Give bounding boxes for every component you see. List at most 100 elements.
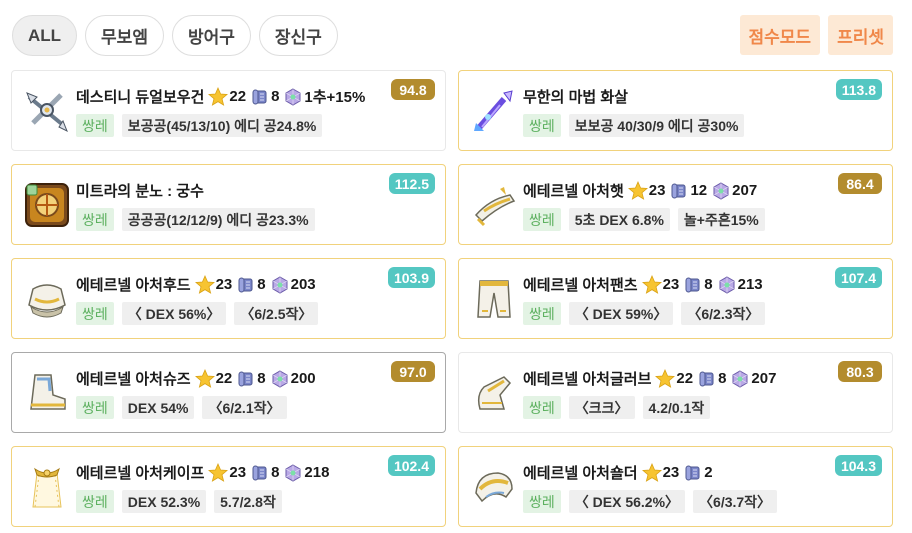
potential-value: 207: [732, 182, 758, 199]
item-title-line: 데스티니 듀얼보우건 22 8 1추+15%: [76, 86, 369, 107]
item-title-line: 에테르넬 아처케이프 23 8 218: [76, 462, 333, 483]
set-badge: 쌍레: [523, 396, 561, 419]
item-name: 에테르넬 아처슈즈: [76, 371, 191, 388]
potential-stat: 207: [730, 369, 776, 389]
scroll-value: 8: [271, 88, 280, 105]
item-name: 에테르넬 아처글러브: [523, 371, 652, 388]
tab-accessory[interactable]: 장신구: [258, 15, 338, 56]
score-badge: 97.0: [391, 361, 435, 382]
tab-armor[interactable]: 방어구: [171, 15, 251, 56]
cape-icon: [21, 461, 73, 513]
potential-stat: 200: [270, 369, 316, 389]
scroll-stat: 8: [250, 87, 279, 107]
set-badge: 쌍레: [76, 302, 114, 325]
scroll-stat: 8: [236, 275, 266, 295]
star-icon: [641, 462, 662, 482]
scroll-icon: [699, 371, 714, 386]
preset-button[interactable]: 프리셋: [828, 15, 893, 55]
scroll-value: 8: [718, 370, 727, 387]
scroll-stat: 8: [250, 463, 279, 483]
set-badge: 쌍레: [76, 490, 114, 513]
tab-all[interactable]: ALL: [12, 15, 78, 56]
magic-arrow-icon: [468, 85, 520, 137]
item-card[interactable]: 미트라의 분노 : 궁수 쌍레 공공공(12/12/9) 에디 공23.3% 112.…: [11, 164, 446, 245]
glove-icon: [468, 367, 520, 419]
item-card[interactable]: 무한의 마법 화살쌍레 보보공 40/30/9 에디 공30% 113.8: [458, 70, 893, 151]
score-mode-button[interactable]: 점수모드: [739, 15, 821, 55]
option-tag: 공공공(12/12/9) 에디 공23.3%: [121, 208, 315, 231]
starforce-value: 23: [648, 182, 666, 199]
item-grid: 데스티니 듀얼보우건 22 8 1추+15% 쌍레 보공공(45/13/10) 에디 공2…: [11, 70, 893, 527]
star-icon: [641, 274, 662, 294]
scroll-stat: 2: [683, 463, 713, 483]
tab-weapon-secondary-emblem[interactable]: 무보엠: [85, 15, 164, 56]
option-tag: 〈 DEX 56%〉: [121, 302, 227, 325]
option-tag: 〈 DEX 59%〉: [568, 302, 674, 325]
potential-stat: 1추+15%: [283, 86, 365, 107]
item-card[interactable]: 에테르넬 아처케이프 23 8 218 쌍레 DEX 52.3% 5.7/2.8작 102.4: [11, 446, 446, 527]
score-badge: 107.4: [834, 267, 882, 288]
option-tag: 보보공 40/30/9 에디 공30%: [568, 114, 745, 137]
option-tag: 〈6/2.1작〉: [202, 396, 287, 419]
potential-value: 1추+15%: [304, 89, 366, 106]
starforce-stat: 22: [194, 368, 232, 389]
option-tag: 5초 DEX 6.8%: [568, 208, 670, 231]
scroll-icon: [671, 183, 686, 198]
potential-stat: 213: [717, 275, 763, 295]
item-card[interactable]: 에테르넬 아처숄더 23 2 쌍레 〈 DEX 56.2%〉 〈6/3.7작〉 104.3: [458, 446, 893, 527]
item-card[interactable]: 에테르넬 아처후드 23 8 203 쌍레 〈 DEX 56%〉 〈6/2.5작〉 103.9: [11, 258, 446, 339]
set-badge: 쌍레: [523, 302, 561, 325]
potential-cube-icon: [272, 275, 288, 294]
top-armor-icon: [21, 273, 73, 325]
set-badge: 쌍레: [76, 208, 114, 231]
item-card[interactable]: 데스티니 듀얼보우건 22 8 1추+15% 쌍레 보공공(45/13/10) 에디 공2…: [11, 70, 446, 151]
item-card[interactable]: 에테르넬 아처팬츠 23 8 213 쌍레 〈 DEX 59%〉 〈6/2.3작〉 107.4: [458, 258, 893, 339]
option-tag: 놀+주흔15%: [677, 208, 765, 231]
potential-value: 203: [290, 276, 316, 293]
mode-buttons: 점수모드 프리셋: [739, 15, 893, 55]
filter-tabs: ALL 무보엠 방어구 장신구: [12, 15, 338, 56]
potential-stat: 203: [270, 275, 316, 295]
potential-value: 200: [290, 370, 316, 387]
potential-cube-icon: [713, 181, 729, 200]
scroll-stat: 8: [683, 275, 713, 295]
potential-value: 213: [737, 276, 763, 293]
star-icon: [194, 368, 215, 388]
starforce-value: 23: [229, 464, 247, 481]
item-tags: 쌍레 〈 DEX 56.2%〉 〈6/3.7작〉: [523, 490, 778, 513]
set-badge: 쌍레: [523, 114, 561, 137]
potential-cube-icon: [285, 87, 301, 106]
item-card[interactable]: 에테르넬 아처슈즈 22 8 200 쌍레 DEX 54% 〈6/2.1작〉 97.0: [11, 352, 446, 433]
scroll-icon: [238, 371, 253, 386]
scroll-stat: 8: [697, 369, 726, 389]
option-tag: DEX 54%: [121, 396, 195, 419]
set-badge: 쌍레: [76, 396, 114, 419]
option-tag: DEX 52.3%: [121, 490, 207, 513]
starforce-stat: 23: [627, 180, 666, 201]
hat-icon: [468, 179, 520, 231]
option-tag: 〈6/2.3작〉: [681, 302, 766, 325]
item-tags: 쌍레 DEX 52.3% 5.7/2.8작: [76, 490, 282, 513]
score-badge: 113.8: [835, 79, 882, 100]
option-tag: 4.2/0.1작: [642, 396, 711, 419]
item-name: 데스티니 듀얼보우건: [76, 89, 205, 106]
starforce-stat: 22: [655, 368, 693, 389]
item-name: 에테르넬 아처후드: [76, 277, 191, 294]
item-card[interactable]: 에테르넬 아처햇 23 12 207 쌍레 5초 DEX 6.8% 놀+주흔15% 86.4: [458, 164, 893, 245]
potential-stat: 218: [283, 463, 329, 483]
shoulder-icon: [468, 461, 520, 513]
potential-cube-icon: [719, 275, 735, 294]
potential-value: 207: [751, 370, 777, 387]
scroll-stat: 8: [236, 369, 266, 389]
star-icon: [194, 274, 215, 294]
item-title-line: 무한의 마법 화살: [523, 86, 632, 107]
starforce-value: 23: [215, 276, 233, 293]
scroll-icon: [685, 277, 700, 292]
option-tag: 〈 DEX 56.2%〉: [568, 490, 686, 513]
item-title-line: 미트라의 분노 : 궁수: [76, 180, 208, 201]
option-tag: 5.7/2.8작: [214, 490, 282, 513]
shoes-icon: [21, 367, 73, 419]
score-badge: 86.4: [838, 173, 882, 194]
item-card[interactable]: 에테르넬 아처글러브 22 8 207 쌍레 〈크크〉 4.2/0.1작 80.3: [458, 352, 893, 433]
item-title-line: 에테르넬 아처슈즈 22 8 200: [76, 368, 320, 389]
